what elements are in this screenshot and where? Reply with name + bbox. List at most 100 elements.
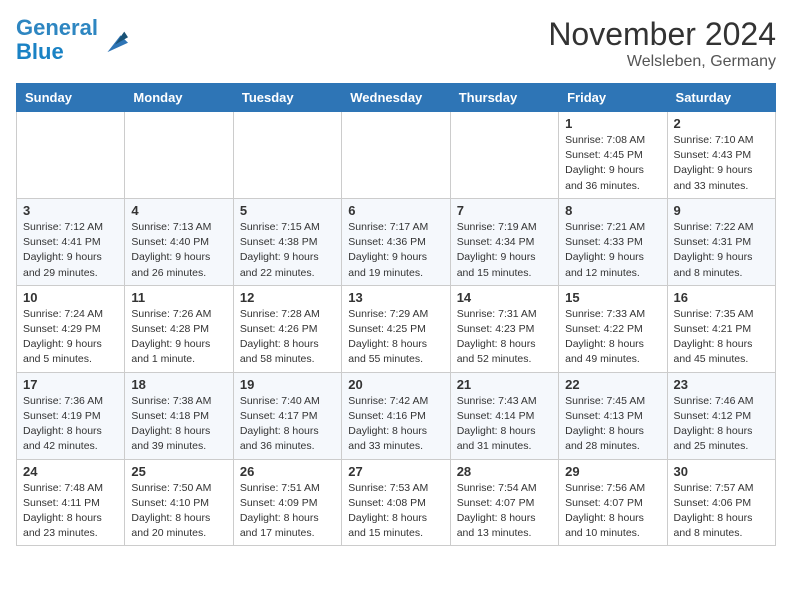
day-number: 18: [131, 377, 226, 392]
day-info: Sunrise: 7:15 AM Sunset: 4:38 PM Dayligh…: [240, 220, 335, 281]
day-info: Sunrise: 7:42 AM Sunset: 4:16 PM Dayligh…: [348, 394, 443, 455]
day-info: Sunrise: 7:57 AM Sunset: 4:06 PM Dayligh…: [674, 481, 769, 542]
day-info: Sunrise: 7:46 AM Sunset: 4:12 PM Dayligh…: [674, 394, 769, 455]
calendar-cell: 10 Sunrise: 7:24 AM Sunset: 4:29 PM Dayli…: [17, 285, 125, 372]
col-header-tuesday: Tuesday: [233, 84, 341, 112]
day-info: Sunrise: 7:17 AM Sunset: 4:36 PM Dayligh…: [348, 220, 443, 281]
logo: General Blue: [16, 16, 128, 64]
calendar-cell: 12Sunrise: 7:28 AM Sunset: 4:26 PM Dayli…: [233, 285, 341, 372]
day-info: Sunrise: 7:33 AM Sunset: 4:22 PM Dayligh…: [565, 307, 660, 368]
day-info: Sunrise: 7:48 AM Sunset: 4:11 PM Dayligh…: [23, 481, 118, 542]
day-number: 1: [565, 116, 660, 131]
day-number: 24: [23, 464, 118, 479]
day-info: Sunrise: 7:19 AM Sunset: 4:34 PM Dayligh…: [457, 220, 552, 281]
calendar-cell: 2Sunrise: 7:10 AM Sunset: 4:43 PM Daylig…: [667, 112, 775, 199]
day-number: 13: [348, 290, 443, 305]
day-number: 15: [565, 290, 660, 305]
logo-icon: [100, 26, 128, 54]
day-number: 27: [348, 464, 443, 479]
calendar-cell: 8 Sunrise: 7:21 AM Sunset: 4:33 PM Daylig…: [559, 198, 667, 285]
calendar-cell: 24 Sunrise: 7:48 AM Sunset: 4:11 PM Dayli…: [17, 459, 125, 546]
calendar-cell: 29 Sunrise: 7:56 AM Sunset: 4:07 PM Dayli…: [559, 459, 667, 546]
calendar-cell: 13 Sunrise: 7:29 AM Sunset: 4:25 PM Dayli…: [342, 285, 450, 372]
calendar-week-row: 1 Sunrise: 7:08 AM Sunset: 4:45 PM Daylig…: [17, 112, 776, 199]
calendar-cell: [342, 112, 450, 199]
day-info: Sunrise: 7:54 AM Sunset: 4:07 PM Dayligh…: [457, 481, 552, 542]
calendar-cell: 11 Sunrise: 7:26 AM Sunset: 4:28 PM Dayli…: [125, 285, 233, 372]
calendar-header-row: SundayMondayTuesdayWednesdayThursdayFrid…: [17, 84, 776, 112]
logo-blue: Blue: [16, 39, 64, 64]
day-number: 19: [240, 377, 335, 392]
day-info: Sunrise: 7:08 AM Sunset: 4:45 PM Dayligh…: [565, 133, 660, 194]
calendar-cell: 19 Sunrise: 7:40 AM Sunset: 4:17 PM Dayli…: [233, 372, 341, 459]
day-number: 17: [23, 377, 118, 392]
calendar-cell: 4 Sunrise: 7:13 AM Sunset: 4:40 PM Daylig…: [125, 198, 233, 285]
calendar-cell: 18Sunrise: 7:38 AM Sunset: 4:18 PM Dayli…: [125, 372, 233, 459]
day-number: 29: [565, 464, 660, 479]
day-number: 23: [674, 377, 769, 392]
calendar-cell: [125, 112, 233, 199]
calendar-cell: 22Sunrise: 7:45 AM Sunset: 4:13 PM Dayli…: [559, 372, 667, 459]
calendar-cell: 26Sunrise: 7:51 AM Sunset: 4:09 PM Dayli…: [233, 459, 341, 546]
calendar-week-row: 24 Sunrise: 7:48 AM Sunset: 4:11 PM Dayli…: [17, 459, 776, 546]
day-info: Sunrise: 7:43 AM Sunset: 4:14 PM Dayligh…: [457, 394, 552, 455]
day-number: 28: [457, 464, 552, 479]
day-info: Sunrise: 7:13 AM Sunset: 4:40 PM Dayligh…: [131, 220, 226, 281]
day-number: 16: [674, 290, 769, 305]
day-info: Sunrise: 7:56 AM Sunset: 4:07 PM Dayligh…: [565, 481, 660, 542]
day-number: 30: [674, 464, 769, 479]
day-number: 22: [565, 377, 660, 392]
calendar-cell: 1 Sunrise: 7:08 AM Sunset: 4:45 PM Daylig…: [559, 112, 667, 199]
calendar-week-row: 3Sunrise: 7:12 AM Sunset: 4:41 PM Daylig…: [17, 198, 776, 285]
col-header-wednesday: Wednesday: [342, 84, 450, 112]
day-number: 21: [457, 377, 552, 392]
month-title: November 2024: [548, 16, 776, 53]
day-number: 11: [131, 290, 226, 305]
day-info: Sunrise: 7:50 AM Sunset: 4:10 PM Dayligh…: [131, 481, 226, 542]
calendar-cell: 6Sunrise: 7:17 AM Sunset: 4:36 PM Daylig…: [342, 198, 450, 285]
day-number: 14: [457, 290, 552, 305]
day-info: Sunrise: 7:22 AM Sunset: 4:31 PM Dayligh…: [674, 220, 769, 281]
page-header: General Blue November 2024 Welsleben, Ge…: [16, 16, 776, 71]
day-info: Sunrise: 7:31 AM Sunset: 4:23 PM Dayligh…: [457, 307, 552, 368]
day-info: Sunrise: 7:40 AM Sunset: 4:17 PM Dayligh…: [240, 394, 335, 455]
day-number: 2: [674, 116, 769, 131]
day-number: 7: [457, 203, 552, 218]
calendar-cell: 28 Sunrise: 7:54 AM Sunset: 4:07 PM Dayli…: [450, 459, 558, 546]
day-info: Sunrise: 7:26 AM Sunset: 4:28 PM Dayligh…: [131, 307, 226, 368]
day-info: Sunrise: 7:29 AM Sunset: 4:25 PM Dayligh…: [348, 307, 443, 368]
day-number: 5: [240, 203, 335, 218]
col-header-monday: Monday: [125, 84, 233, 112]
col-header-friday: Friday: [559, 84, 667, 112]
calendar-cell: 25Sunrise: 7:50 AM Sunset: 4:10 PM Dayli…: [125, 459, 233, 546]
calendar-cell: 9Sunrise: 7:22 AM Sunset: 4:31 PM Daylig…: [667, 198, 775, 285]
calendar-cell: [233, 112, 341, 199]
day-info: Sunrise: 7:35 AM Sunset: 4:21 PM Dayligh…: [674, 307, 769, 368]
calendar-cell: [450, 112, 558, 199]
day-info: Sunrise: 7:24 AM Sunset: 4:29 PM Dayligh…: [23, 307, 118, 368]
calendar-cell: 5 Sunrise: 7:15 AM Sunset: 4:38 PM Daylig…: [233, 198, 341, 285]
day-info: Sunrise: 7:53 AM Sunset: 4:08 PM Dayligh…: [348, 481, 443, 542]
calendar-cell: 15 Sunrise: 7:33 AM Sunset: 4:22 PM Dayli…: [559, 285, 667, 372]
calendar-cell: 3Sunrise: 7:12 AM Sunset: 4:41 PM Daylig…: [17, 198, 125, 285]
day-number: 8: [565, 203, 660, 218]
day-info: Sunrise: 7:36 AM Sunset: 4:19 PM Dayligh…: [23, 394, 118, 455]
col-header-thursday: Thursday: [450, 84, 558, 112]
col-header-saturday: Saturday: [667, 84, 775, 112]
calendar-cell: [17, 112, 125, 199]
day-number: 26: [240, 464, 335, 479]
calendar-cell: 21 Sunrise: 7:43 AM Sunset: 4:14 PM Dayli…: [450, 372, 558, 459]
day-info: Sunrise: 7:12 AM Sunset: 4:41 PM Dayligh…: [23, 220, 118, 281]
title-area: November 2024 Welsleben, Germany: [548, 16, 776, 71]
calendar-table: SundayMondayTuesdayWednesdayThursdayFrid…: [16, 83, 776, 546]
calendar-cell: 27 Sunrise: 7:53 AM Sunset: 4:08 PM Dayli…: [342, 459, 450, 546]
calendar-cell: 17 Sunrise: 7:36 AM Sunset: 4:19 PM Dayli…: [17, 372, 125, 459]
calendar-cell: 23 Sunrise: 7:46 AM Sunset: 4:12 PM Dayli…: [667, 372, 775, 459]
calendar-cell: 30 Sunrise: 7:57 AM Sunset: 4:06 PM Dayli…: [667, 459, 775, 546]
day-number: 10: [23, 290, 118, 305]
day-number: 4: [131, 203, 226, 218]
calendar-cell: 7 Sunrise: 7:19 AM Sunset: 4:34 PM Daylig…: [450, 198, 558, 285]
day-info: Sunrise: 7:28 AM Sunset: 4:26 PM Dayligh…: [240, 307, 335, 368]
calendar-week-row: 10 Sunrise: 7:24 AM Sunset: 4:29 PM Dayli…: [17, 285, 776, 372]
day-info: Sunrise: 7:21 AM Sunset: 4:33 PM Dayligh…: [565, 220, 660, 281]
